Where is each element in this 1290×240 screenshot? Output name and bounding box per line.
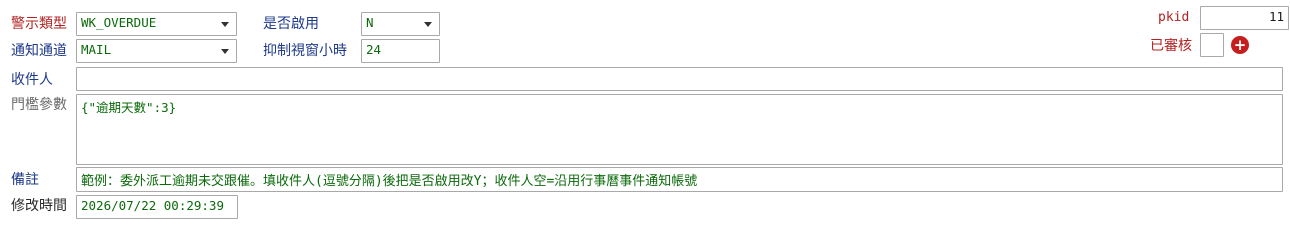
remark-value: 範例：委外派工逾期未交跟催。填收件人(逗號分隔)後把是否啟用改Y；收件人空=沿用… [81, 174, 698, 189]
suppress-hours-input[interactable]: 24 [361, 39, 440, 63]
pkid-value: 11 [1268, 9, 1284, 24]
recipients-input[interactable] [76, 67, 1283, 91]
modified-time-value: 2026/07/22 00:29:39 [81, 198, 224, 213]
alert-type-select[interactable]: WK_OVERDUE [76, 12, 237, 36]
threshold-label: 門檻參數 [11, 97, 67, 113]
recipients-label: 收件人 [11, 72, 53, 88]
alert-type-label: 警示類型 [11, 16, 67, 32]
pkid-label: pkid [1158, 10, 1190, 25]
enabled-label: 是否啟用 [263, 16, 319, 32]
chevron-down-icon [221, 22, 229, 27]
channel-select[interactable]: MAIL [76, 39, 237, 63]
reviewed-label: 已審核 [1150, 38, 1192, 54]
channel-label: 通知通道 [11, 43, 67, 59]
threshold-value: {"逾期天數":3} [81, 100, 177, 115]
enabled-value: N [366, 15, 374, 30]
remark-input[interactable]: 範例：委外派工逾期未交跟催。填收件人(逗號分隔)後把是否啟用改Y；收件人空=沿用… [76, 167, 1283, 192]
modified-time-field: 2026/07/22 00:29:39 [76, 195, 238, 219]
plus-circle-icon[interactable]: + [1231, 36, 1249, 54]
enabled-select[interactable]: N [361, 12, 440, 36]
modified-time-label: 修改時間 [11, 198, 67, 214]
remark-label: 備註 [11, 172, 39, 188]
chevron-down-icon [221, 49, 229, 54]
threshold-textarea[interactable]: {"逾期天數":3} [76, 94, 1283, 165]
pkid-field: 11 [1200, 6, 1289, 30]
alert-type-value: WK_OVERDUE [81, 15, 157, 30]
suppress-hours-label: 抑制視窗小時 [263, 43, 347, 59]
suppress-hours-value: 24 [366, 42, 382, 57]
reviewed-checkbox[interactable] [1200, 33, 1224, 57]
chevron-down-icon [424, 22, 432, 27]
channel-value: MAIL [81, 42, 112, 57]
